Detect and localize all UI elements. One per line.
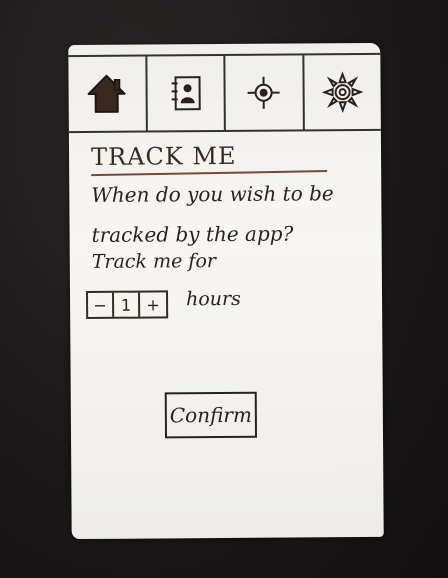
location-target-icon: [247, 76, 280, 109]
question-line-1: When do you wish to be: [91, 181, 334, 207]
question-line-2: tracked by the app?: [91, 221, 294, 247]
tab-contacts[interactable]: [146, 55, 226, 131]
tab-settings[interactable]: [304, 55, 381, 130]
tab-home[interactable]: [68, 56, 148, 132]
tab-bar: [68, 52, 381, 134]
settings-gear-icon: [321, 71, 364, 114]
phone-screen: TRACK ME When do you wish to be tracked …: [68, 42, 384, 540]
decrement-button[interactable]: −: [88, 292, 115, 317]
tracking-question: When do you wish to be tracked by the ap…: [91, 173, 362, 255]
page-title: TRACK ME: [90, 141, 237, 171]
confirm-button[interactable]: Confirm: [164, 391, 258, 439]
hours-stepper: − 1 +: [85, 290, 169, 319]
hours-value: 1: [114, 292, 141, 317]
address-book-icon: [171, 76, 201, 111]
tab-location[interactable]: [225, 55, 305, 130]
increment-button[interactable]: +: [140, 292, 166, 316]
track-duration-label: Track me for: [91, 250, 217, 273]
home-icon: [87, 74, 126, 113]
hours-unit-label: hours: [185, 287, 241, 311]
